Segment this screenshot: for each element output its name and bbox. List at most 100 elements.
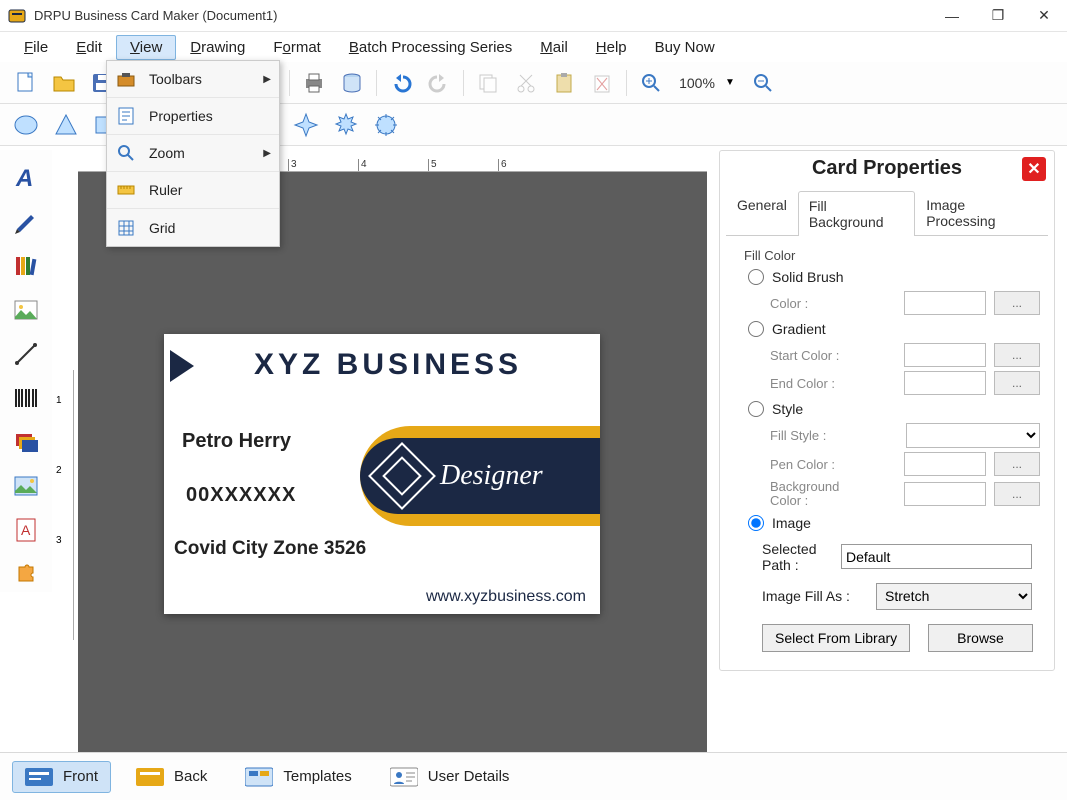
minimize-button[interactable]: —: [929, 1, 975, 31]
text-tool-icon[interactable]: A: [8, 160, 44, 196]
radio-image[interactable]: [748, 515, 764, 531]
undo-icon[interactable]: [383, 65, 419, 101]
browse-button[interactable]: Browse: [928, 624, 1033, 652]
line-icon[interactable]: [8, 336, 44, 372]
left-toolbar: A A: [0, 150, 52, 592]
cut-icon[interactable]: [508, 65, 544, 101]
open-icon[interactable]: [46, 65, 82, 101]
card-logo-icon: [368, 442, 436, 510]
menu-view[interactable]: View: [116, 35, 176, 60]
radio-solid[interactable]: [748, 269, 764, 285]
tab-templates[interactable]: Templates: [232, 761, 364, 793]
solid-color-picker[interactable]: ...: [994, 291, 1040, 315]
card-phone[interactable]: 00XXXXXX: [186, 484, 296, 507]
window-title: DRPU Business Card Maker (Document1): [34, 8, 929, 23]
dropdown-ruler[interactable]: Ruler: [107, 172, 279, 209]
fill-color-group-label: Fill Color: [744, 248, 1040, 263]
zoom-value[interactable]: 100%: [671, 75, 723, 91]
puzzle-icon[interactable]: [8, 556, 44, 592]
end-color-picker[interactable]: ...: [994, 371, 1040, 395]
solid-color-swatch[interactable]: [904, 291, 986, 315]
tab-fill-background[interactable]: Fill Background: [798, 191, 915, 236]
props-tabs: General Fill Background Image Processing: [726, 190, 1048, 236]
dropdown-toolbars[interactable]: Toolbars ▶: [107, 61, 279, 98]
menu-help[interactable]: Help: [582, 35, 641, 60]
print-icon[interactable]: [296, 65, 332, 101]
gallery-icon[interactable]: [8, 468, 44, 504]
dropdown-properties[interactable]: Properties: [107, 98, 279, 135]
menu-drawing[interactable]: Drawing: [176, 35, 259, 60]
card-title[interactable]: XYZ BUSINESS: [254, 348, 522, 382]
menu-bar: File Edit View Drawing Format Batch Proc…: [0, 32, 1067, 62]
zoom-dropdown-icon[interactable]: ▼: [725, 77, 735, 88]
tab-back[interactable]: Back: [123, 761, 220, 793]
font-page-icon[interactable]: A: [8, 512, 44, 548]
svg-text:A: A: [15, 165, 33, 192]
view-dropdown: Toolbars ▶ Properties Zoom ▶ Ruler Grid: [106, 60, 280, 247]
back-card-icon: [136, 766, 164, 788]
business-card[interactable]: XYZ BUSINESS Petro Herry 00XXXXXX Covid …: [164, 334, 600, 614]
library-icon[interactable]: [8, 248, 44, 284]
star8-icon[interactable]: [328, 107, 364, 143]
barcode-icon[interactable]: [8, 380, 44, 416]
zoom-out-icon[interactable]: [745, 65, 781, 101]
menu-format[interactable]: Format: [259, 35, 335, 60]
pen-color-picker[interactable]: ...: [994, 452, 1040, 476]
triangle-icon[interactable]: [48, 107, 84, 143]
design-canvas[interactable]: XYZ BUSINESS Petro Herry 00XXXXXX Covid …: [78, 172, 707, 752]
menu-batch[interactable]: Batch Processing Series: [335, 35, 526, 60]
ellipse-icon[interactable]: [8, 107, 44, 143]
image-icon[interactable]: [8, 292, 44, 328]
radio-gradient[interactable]: [748, 321, 764, 337]
menu-buy-now[interactable]: Buy Now: [641, 35, 729, 60]
close-button[interactable]: ✕: [1021, 1, 1067, 31]
tab-front[interactable]: Front: [12, 761, 111, 793]
image-fill-as-select[interactable]: Stretch: [876, 583, 1032, 610]
card-web[interactable]: www.xyzbusiness.com: [426, 588, 586, 606]
menu-edit[interactable]: Edit: [62, 35, 116, 60]
select-from-library-button[interactable]: Select From Library: [762, 624, 910, 652]
card-navy-shape[interactable]: Designer: [360, 438, 600, 514]
bg-color-swatch[interactable]: [904, 482, 986, 506]
window-controls: — ❐ ✕: [929, 1, 1067, 31]
label-style: Style: [772, 401, 803, 417]
dropdown-grid[interactable]: Grid: [107, 209, 279, 246]
selected-path-field[interactable]: [841, 544, 1032, 569]
menu-mail[interactable]: Mail: [526, 35, 582, 60]
burst-icon[interactable]: [368, 107, 404, 143]
fill-style-select[interactable]: [906, 423, 1040, 448]
end-color-swatch[interactable]: [904, 371, 986, 395]
templates-icon: [245, 766, 273, 788]
start-color-picker[interactable]: ...: [994, 343, 1040, 367]
pen-tool-icon[interactable]: [8, 204, 44, 240]
card-name[interactable]: Petro Herry: [182, 430, 291, 453]
props-title: Card Properties: [812, 157, 962, 180]
user-details-icon: [390, 766, 418, 788]
props-close-button[interactable]: ✕: [1022, 157, 1046, 181]
paste-icon[interactable]: [546, 65, 582, 101]
star4-icon[interactable]: [288, 107, 324, 143]
pen-color-swatch[interactable]: [904, 452, 986, 476]
zoom-in-icon[interactable]: [633, 65, 669, 101]
card-designer-text[interactable]: Designer: [440, 460, 543, 492]
tab-user-details[interactable]: User Details: [377, 761, 523, 793]
new-icon[interactable]: [8, 65, 44, 101]
tab-general[interactable]: General: [726, 190, 798, 235]
menu-file[interactable]: File: [10, 35, 62, 60]
chevron-right-icon: ▶: [263, 74, 271, 85]
maximize-button[interactable]: ❐: [975, 1, 1021, 31]
copy-icon[interactable]: [470, 65, 506, 101]
redo-icon[interactable]: [421, 65, 457, 101]
card-addr[interactable]: Covid City Zone 3526: [174, 538, 366, 560]
tab-image-processing[interactable]: Image Processing: [915, 190, 1048, 235]
bg-color-picker[interactable]: ...: [994, 482, 1040, 506]
delete-icon[interactable]: [584, 65, 620, 101]
vertical-ruler: 1 2 3: [52, 370, 74, 640]
stack-icon[interactable]: [8, 424, 44, 460]
toolbox-icon: [115, 68, 137, 90]
title-bar: DRPU Business Card Maker (Document1) — ❐…: [0, 0, 1067, 32]
start-color-swatch[interactable]: [904, 343, 986, 367]
database-icon[interactable]: [334, 65, 370, 101]
radio-style[interactable]: [748, 401, 764, 417]
dropdown-zoom[interactable]: Zoom ▶: [107, 135, 279, 172]
